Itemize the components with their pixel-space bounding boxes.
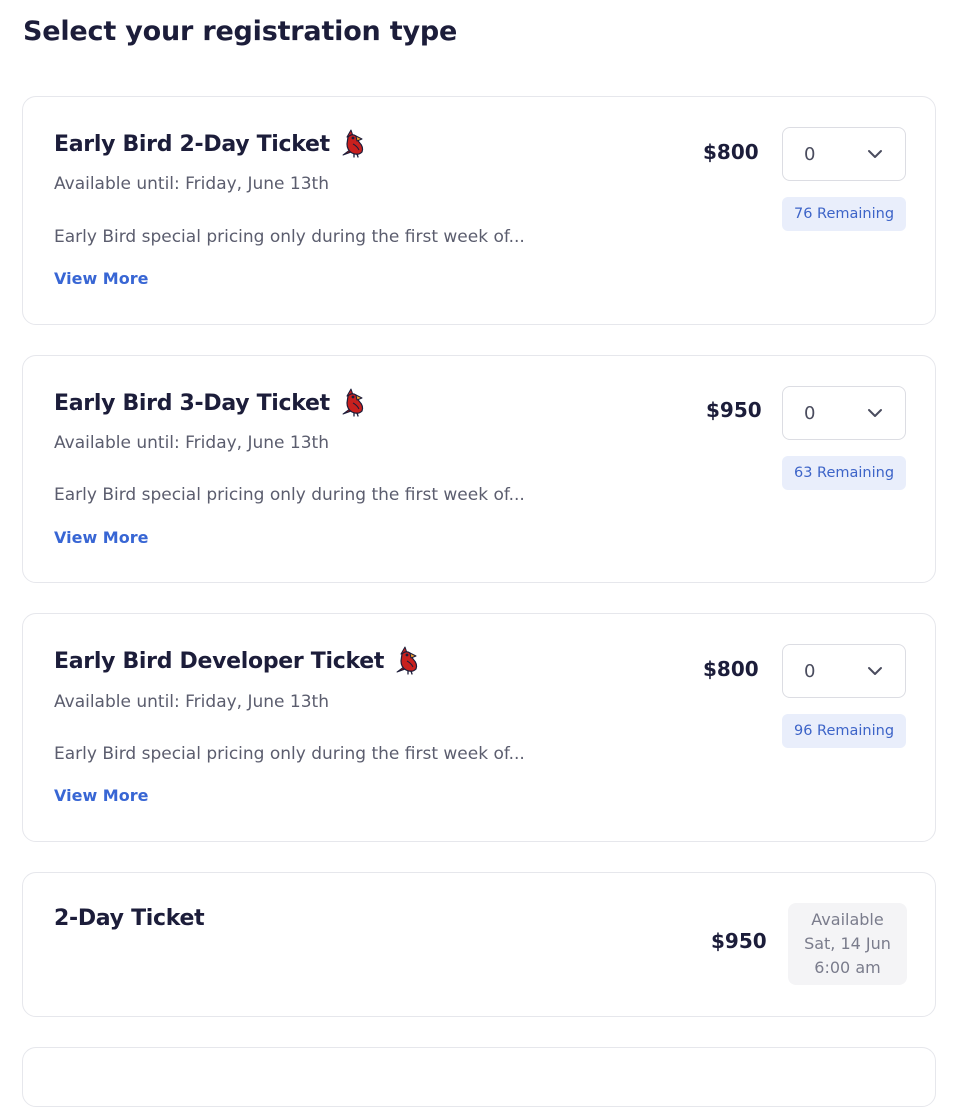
availability-label: Available [811, 910, 884, 929]
remaining-badge: 63 Remaining [782, 456, 906, 490]
ticket-description: Early Bird special pricing only during t… [54, 744, 525, 764]
ticket-title-text: Early Bird Developer Ticket [54, 648, 385, 674]
chevron-down-icon [868, 667, 882, 675]
page-title: Select your registration type [23, 16, 458, 47]
quantity-value: 0 [804, 402, 816, 424]
availability-status: Available Sat, 14 Jun 6:00 am [788, 903, 907, 985]
quantity-select[interactable]: 0 [782, 386, 906, 440]
ticket-title: Early Bird 3-Day Ticket [54, 387, 370, 419]
chevron-down-icon [868, 150, 882, 158]
available-until-text: Available until: Friday, June 13th [54, 692, 329, 712]
ticket-title-text: Early Bird 3-Day Ticket [54, 390, 330, 416]
ticket-description: Early Bird special pricing only during t… [54, 227, 525, 247]
cardinal-bird-icon [338, 387, 370, 419]
ticket-price: $950 [706, 398, 762, 422]
chevron-down-icon [868, 409, 882, 417]
ticket-card-partial [22, 1047, 936, 1107]
ticket-card-2-day: 2-Day Ticket $950 Available Sat, 14 Jun … [22, 872, 936, 1017]
remaining-badge: 96 Remaining [782, 714, 906, 748]
available-until-text: Available until: Friday, June 13th [54, 174, 329, 194]
ticket-title: 2-Day Ticket [54, 906, 205, 931]
ticket-price: $950 [711, 929, 767, 953]
remaining-badge: 76 Remaining [782, 197, 906, 231]
ticket-description: Early Bird special pricing only during t… [54, 485, 525, 505]
ticket-title-text: Early Bird 2-Day Ticket [54, 131, 330, 157]
quantity-select[interactable]: 0 [782, 127, 906, 181]
available-until-text: Available until: Friday, June 13th [54, 433, 329, 453]
ticket-price: $800 [703, 657, 759, 681]
view-more-link[interactable]: View More [54, 269, 148, 288]
ticket-title: Early Bird Developer Ticket [54, 645, 424, 677]
quantity-value: 0 [804, 660, 816, 682]
ticket-card-early-bird-2-day: Early Bird 2-Day Ticket Available until:… [22, 96, 936, 325]
availability-date: Sat, 14 Jun [804, 934, 891, 953]
cardinal-bird-icon [392, 645, 424, 677]
quantity-value: 0 [804, 143, 816, 165]
ticket-card-early-bird-developer: Early Bird Developer Ticket Available un… [22, 613, 936, 842]
cardinal-bird-icon [338, 128, 370, 160]
ticket-title: Early Bird 2-Day Ticket [54, 128, 370, 160]
availability-time: 6:00 am [814, 958, 881, 977]
ticket-title-text: 2-Day Ticket [54, 906, 205, 931]
ticket-price: $800 [703, 140, 759, 164]
quantity-select[interactable]: 0 [782, 644, 906, 698]
view-more-link[interactable]: View More [54, 528, 148, 547]
view-more-link[interactable]: View More [54, 786, 148, 805]
ticket-card-early-bird-3-day: Early Bird 3-Day Ticket Available until:… [22, 355, 936, 583]
